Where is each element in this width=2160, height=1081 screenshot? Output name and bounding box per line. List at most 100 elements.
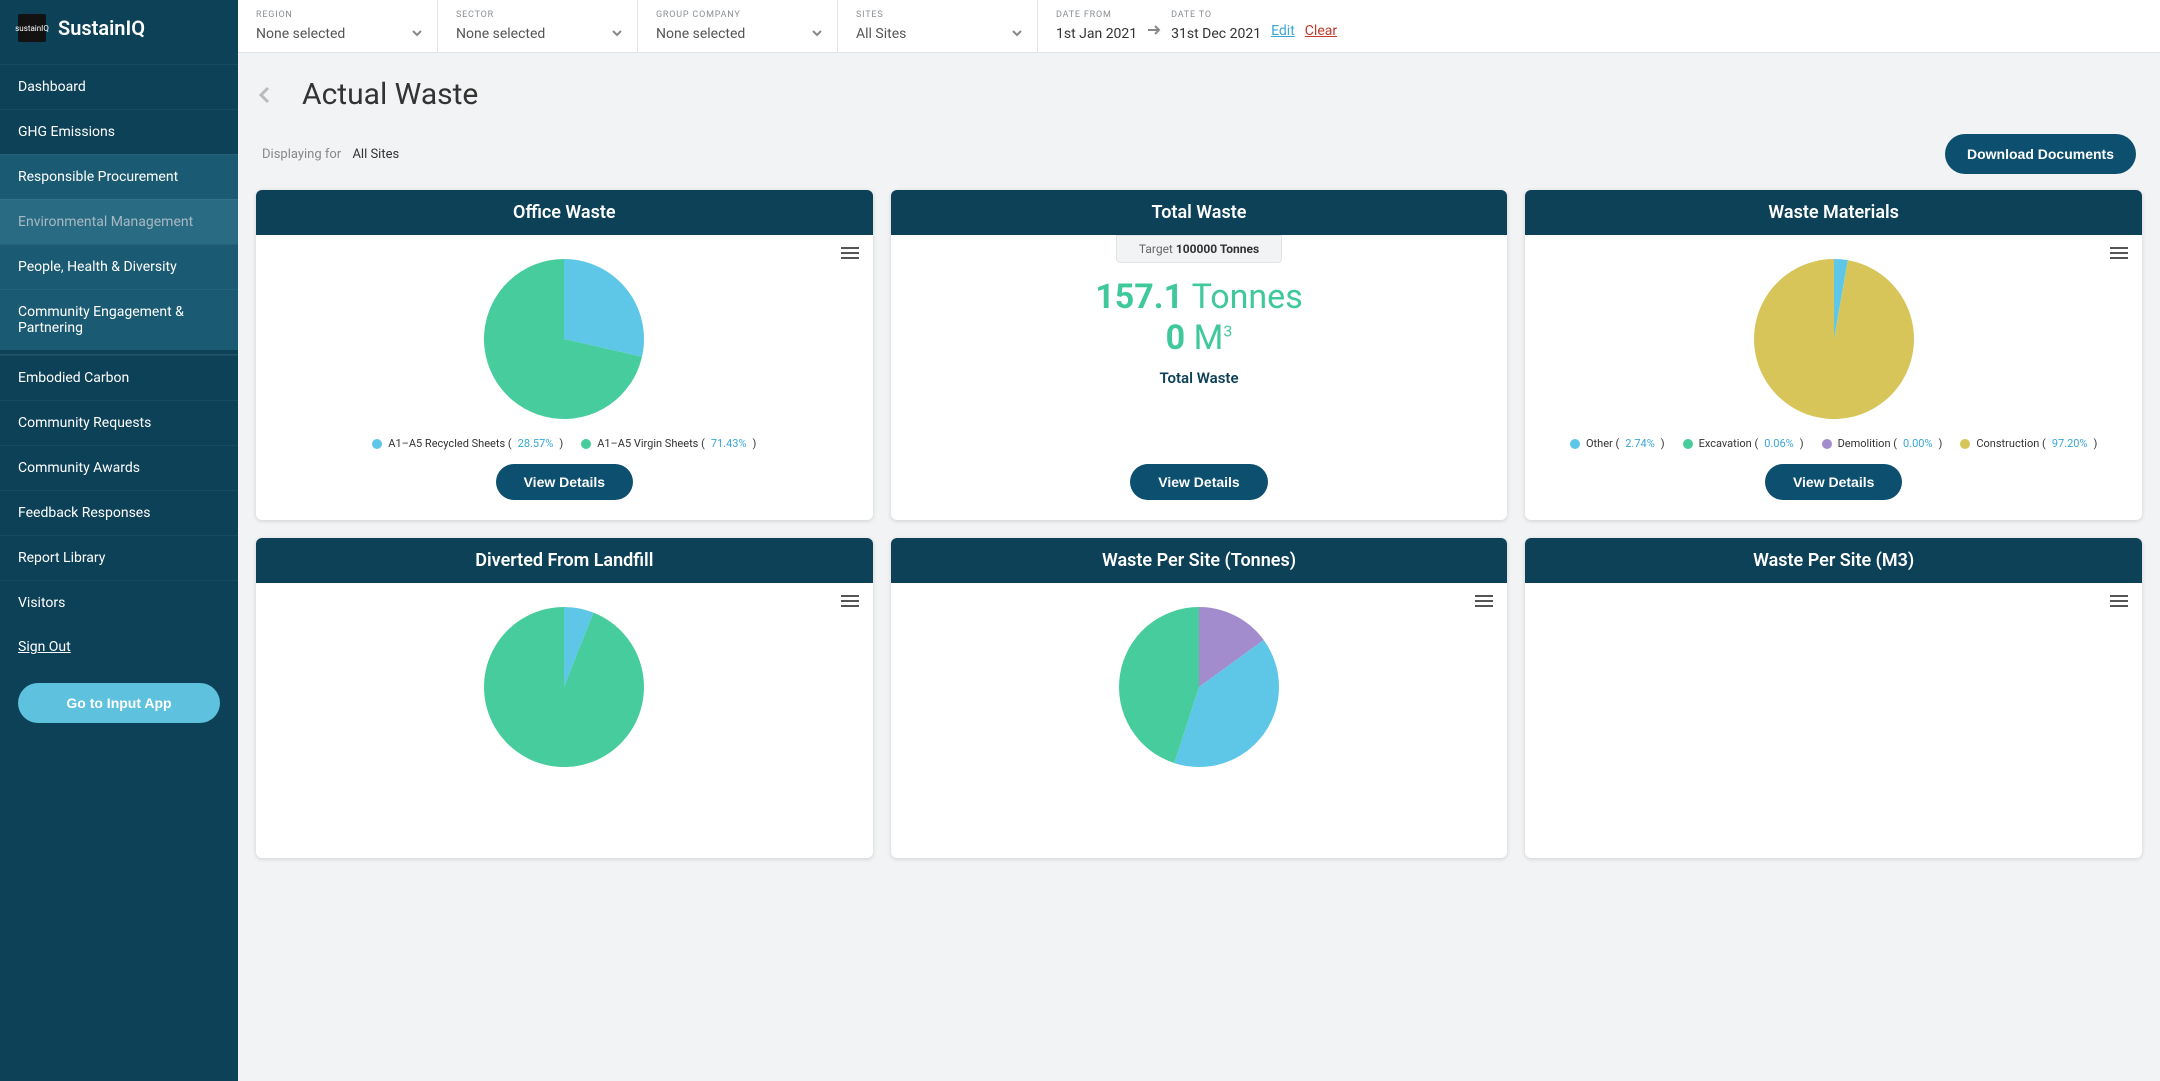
card-menu-icon[interactable] (841, 245, 859, 264)
total-waste-subtitle: Total Waste (1159, 369, 1238, 387)
sidebar-item-label: People, Health & Diversity (18, 259, 177, 275)
chart-legend: Other ( 2.74% )Excavation ( 0.06% )Demol… (1570, 437, 2097, 450)
card-office-waste: Office Waste A1–A5 Recycled Sheets ( 28.… (256, 190, 873, 520)
sidebar-item-label: Community Requests (18, 415, 151, 431)
filter-label: REGION (256, 10, 419, 20)
card-title: Waste Materials (1525, 190, 2142, 235)
sidebar-item-community-awards[interactable]: Community Awards (0, 445, 238, 490)
chevron-down-icon (611, 24, 623, 43)
chart-legend: A1–A5 Recycled Sheets ( 28.57% )A1–A5 Vi… (372, 437, 756, 450)
sidebar-item-visitors[interactable]: Visitors (0, 580, 238, 625)
target-prefix: Target (1139, 242, 1173, 256)
page-header: Actual Waste (238, 53, 2160, 134)
card-diverted: Diverted From Landfill (256, 538, 873, 858)
view-details-button[interactable]: View Details (1130, 464, 1267, 500)
pie-chart (1754, 259, 1914, 423)
legend-percent: 28.57% (518, 437, 554, 450)
chevron-down-icon (811, 24, 823, 43)
legend-dot-icon (1570, 439, 1580, 449)
filter-label: SECTOR (456, 10, 619, 20)
legend-percent: 97.20% (2052, 437, 2088, 450)
filter-group-company[interactable]: GROUP COMPANY None selected (638, 0, 838, 52)
card-total-waste: Total Waste Target 100000 Tonnes 157.1 T… (891, 190, 1508, 520)
date-from-value: 1st Jan 2021 (1056, 26, 1137, 42)
filter-value: None selected (656, 26, 819, 42)
sidebar-item-embodied-carbon[interactable]: Embodied Carbon (0, 355, 238, 400)
sidebar-item-label: GHG Emissions (18, 124, 115, 140)
card-per-site-tonnes: Waste Per Site (Tonnes) (891, 538, 1508, 858)
displaying-for-label: Displaying for (262, 147, 341, 162)
card-menu-icon[interactable] (1475, 593, 1493, 612)
legend-item: Construction ( 97.20% ) (1960, 437, 2097, 450)
card-title: Waste Per Site (Tonnes) (891, 538, 1508, 583)
back-button[interactable] (248, 78, 282, 112)
view-details-button[interactable]: View Details (1765, 464, 1902, 500)
sidebar-item-label: Embodied Carbon (18, 370, 129, 386)
view-details-button[interactable]: View Details (496, 464, 633, 500)
arrow-right-icon (1147, 22, 1161, 41)
filter-bar: REGION None selected SECTOR None selecte… (238, 0, 2160, 53)
chevron-down-icon (411, 24, 423, 43)
total-waste-m3: 0 M3 (1166, 318, 1233, 359)
legend-name: A1–A5 Virgin Sheets ( (597, 437, 705, 450)
legend-name: Demolition ( (1838, 437, 1897, 450)
legend-percent: 2.74% (1625, 437, 1655, 450)
card-title: Total Waste (891, 190, 1508, 235)
card-menu-icon[interactable] (841, 593, 859, 612)
date-to-group: DATE TO 31st Dec 2021 (1171, 10, 1261, 42)
sidebar-item-people[interactable]: People, Health & Diversity (0, 244, 238, 289)
card-menu-icon[interactable] (2110, 593, 2128, 612)
sidebar-item-label: Feedback Responses (18, 505, 150, 521)
card-menu-icon[interactable] (2110, 245, 2128, 264)
legend-percent: 0.00% (1903, 437, 1933, 450)
card-grid: Office Waste A1–A5 Recycled Sheets ( 28.… (238, 190, 2160, 876)
total-waste-tonnes: 157.1 Tonnes (1095, 277, 1303, 318)
sidebar-item-community-requests[interactable]: Community Requests (0, 400, 238, 445)
signout-label: Sign Out (18, 639, 71, 655)
legend-dot-icon (1683, 439, 1693, 449)
sidebar-item-label: Responsible Procurement (18, 169, 178, 185)
filter-label: SITES (856, 10, 1019, 20)
pie-chart (484, 607, 644, 771)
main: REGION None selected SECTOR None selecte… (238, 0, 2160, 1081)
filter-date-range: DATE FROM 1st Jan 2021 DATE TO 31st Dec … (1038, 0, 1355, 52)
sidebar-item-report-library[interactable]: Report Library (0, 535, 238, 580)
filter-label: DATE TO (1171, 10, 1261, 20)
target-value: 100000 Tonnes (1176, 242, 1259, 256)
filter-sector[interactable]: SECTOR None selected (438, 0, 638, 52)
legend-item: Demolition ( 0.00% ) (1822, 437, 1943, 450)
date-clear-link[interactable]: Clear (1305, 23, 1337, 39)
sidebar-item-feedback[interactable]: Feedback Responses (0, 490, 238, 535)
sidebar-item-community[interactable]: Community Engagement & Partnering (0, 289, 238, 350)
sidebar-item-dashboard[interactable]: Dashboard (0, 64, 238, 109)
sidebar-item-ghg[interactable]: GHG Emissions (0, 109, 238, 154)
metric-unit: Tonnes (1192, 277, 1303, 317)
brand: sustainIQ SustainIQ (0, 0, 238, 64)
sidebar-item-label: Report Library (18, 550, 105, 566)
brand-logo: sustainIQ (18, 14, 46, 42)
filter-region[interactable]: REGION None selected (238, 0, 438, 52)
legend-dot-icon (581, 439, 591, 449)
filter-value: None selected (256, 26, 419, 42)
legend-percent: 71.43% (711, 437, 747, 450)
displaying-for-scope: All Sites (352, 147, 399, 162)
sidebar-item-label: Environmental Management (18, 214, 193, 230)
card-title: Office Waste (256, 190, 873, 235)
card-waste-materials: Waste Materials Other ( 2.74% )Excavatio… (1525, 190, 2142, 520)
date-edit-link[interactable]: Edit (1271, 23, 1295, 39)
download-documents-button[interactable]: Download Documents (1945, 134, 2136, 174)
target-pill: Target 100000 Tonnes (1116, 235, 1282, 263)
metric-unit: M (1194, 318, 1224, 358)
sidebar-item-procurement[interactable]: Responsible Procurement (0, 154, 238, 199)
go-to-input-app-button[interactable]: Go to Input App (18, 683, 220, 723)
date-from-group: DATE FROM 1st Jan 2021 (1056, 10, 1137, 42)
legend-dot-icon (372, 439, 382, 449)
card-title: Diverted From Landfill (256, 538, 873, 583)
filter-label: DATE FROM (1056, 10, 1137, 20)
metric-value: 0 (1166, 318, 1186, 358)
card-per-site-m3: Waste Per Site (M3) (1525, 538, 2142, 858)
chevron-down-icon (1011, 24, 1023, 43)
filter-sites[interactable]: SITES All Sites (838, 0, 1038, 52)
sidebar-item-env-mgmt[interactable]: Environmental Management (0, 199, 238, 244)
signout-link[interactable]: Sign Out (0, 625, 238, 669)
